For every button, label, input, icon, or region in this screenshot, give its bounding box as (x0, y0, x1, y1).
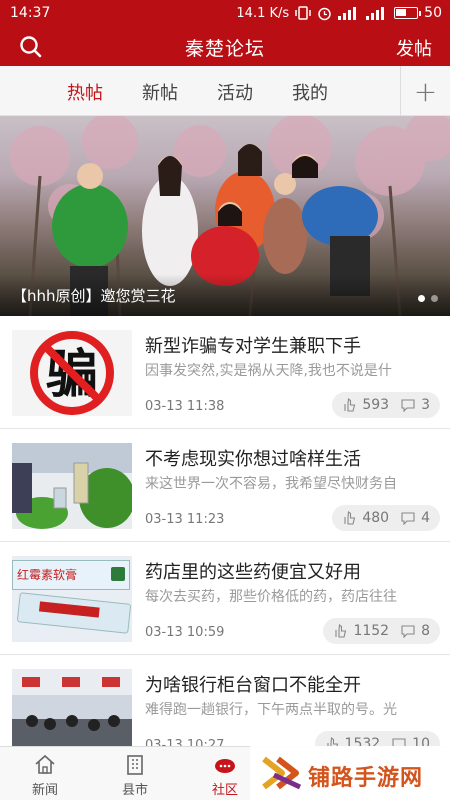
ointment-box: 红霉素软膏 (12, 560, 130, 590)
news-thumbnail (12, 669, 132, 755)
tab-new[interactable]: 新帖 (142, 79, 178, 105)
community-icon (215, 759, 235, 773)
status-icons: 14.1 K/s 50 (236, 5, 442, 21)
view-count: 593 (362, 397, 390, 413)
comment-count: 3 (421, 397, 430, 413)
news-stats: 480 4 (332, 505, 440, 531)
status-time: 14:37 (10, 5, 51, 21)
news-title: 为啥银行柜台窗口不能全开 (145, 675, 361, 696)
tube-stripe (38, 601, 100, 618)
ointment-tube (16, 592, 132, 634)
nav-news[interactable]: 新闻 (0, 747, 90, 800)
news-stats: 1152 8 (323, 618, 440, 644)
tab-hot[interactable]: 热帖 (67, 79, 103, 105)
app-bar: 秦楚论坛 发帖 (0, 28, 450, 66)
news-item[interactable]: 骗 新型诈骗专对学生兼职下手 因事发突然,实是祸从天降,我也不说是什 03-13… (0, 316, 450, 429)
tab-events[interactable]: 活动 (217, 79, 253, 105)
alarm-icon (318, 7, 331, 20)
add-tab-button[interactable]: + (400, 66, 450, 116)
tab-mine[interactable]: 我的 (292, 79, 328, 105)
comment-count: 8 (421, 623, 430, 639)
scam-warning-image: 骗 (30, 331, 114, 415)
carousel-indicators (418, 295, 438, 302)
network-speed: 14.1 K/s (236, 5, 290, 21)
thumb-icon (335, 624, 347, 638)
comment-icon (401, 398, 415, 412)
home-icon (35, 754, 55, 774)
news-thumbnail: 骗 (12, 330, 132, 416)
carousel-dot[interactable] (431, 295, 438, 302)
ointment-label: 红霉素软膏 (17, 568, 78, 582)
news-thumbnail: 红霉素软膏 (12, 556, 132, 642)
news-title: 不考虑现实你想过啥样生活 (145, 449, 361, 470)
view-count: 1152 (353, 623, 390, 639)
ointment-logo (111, 567, 125, 581)
watermark-logo (262, 756, 302, 790)
news-thumbnail (12, 443, 132, 529)
nav-county[interactable]: 县市 (90, 747, 180, 800)
news-time: 03-13 11:23 (145, 512, 225, 527)
news-item[interactable]: 不考虑现实你想过啥样生活 来这世界一次不容易，我希望尽快财务自 03-13 11… (0, 429, 450, 542)
news-excerpt: 难得跑一趟银行，下午两点半取的号。光 (145, 702, 397, 718)
view-count: 480 (362, 510, 390, 526)
banner-caption: 【hhh原创】邀您赏三花 (12, 287, 176, 305)
battery-level: 50 (424, 5, 442, 21)
app-title: 秦楚论坛 (184, 38, 265, 60)
carousel-dot[interactable] (418, 295, 425, 302)
vibrate-icon (295, 6, 311, 20)
news-excerpt: 因事发突然,实是祸从天降,我也不说是什 (145, 363, 392, 379)
news-time: 03-13 11:38 (145, 399, 225, 414)
plants-photo (12, 443, 132, 529)
news-item[interactable]: 红霉素软膏 药店里的这些药便宜又好用 每次去买药，那些价格低的药，药店往往 03… (0, 542, 450, 655)
thumb-icon (344, 398, 356, 412)
news-title: 新型诈骗专对学生兼职下手 (145, 336, 361, 357)
comment-count: 4 (421, 510, 430, 526)
news-excerpt: 每次去买药，那些价格低的药，药店往往 (145, 589, 397, 605)
watermark: 铺路手游网 (250, 746, 450, 800)
watermark-text: 铺路手游网 (308, 766, 424, 791)
comment-icon (401, 624, 415, 638)
nav-label: 县市 (121, 783, 148, 798)
comment-icon (401, 511, 415, 525)
thumb-icon (344, 511, 356, 525)
status-bar: 14:37 14.1 K/s 50 (0, 0, 450, 28)
nav-label: 新闻 (31, 783, 58, 798)
signal-icon (338, 6, 357, 20)
tab-bar: 热帖 新帖 活动 我的 + (0, 66, 450, 116)
news-time: 03-13 10:59 (145, 625, 225, 640)
bank-hall-photo (12, 669, 132, 755)
building-icon (127, 755, 143, 775)
news-excerpt: 来这世界一次不容易，我希望尽快财务自 (145, 476, 397, 492)
news-title: 药店里的这些药便宜又好用 (145, 562, 361, 583)
post-button[interactable]: 发帖 (396, 35, 432, 61)
signal-4g-icon (366, 6, 385, 20)
battery-icon (394, 7, 422, 19)
banner-carousel[interactable]: 【hhh原创】邀您赏三花 (0, 116, 450, 316)
news-stats: 593 3 (332, 392, 440, 418)
